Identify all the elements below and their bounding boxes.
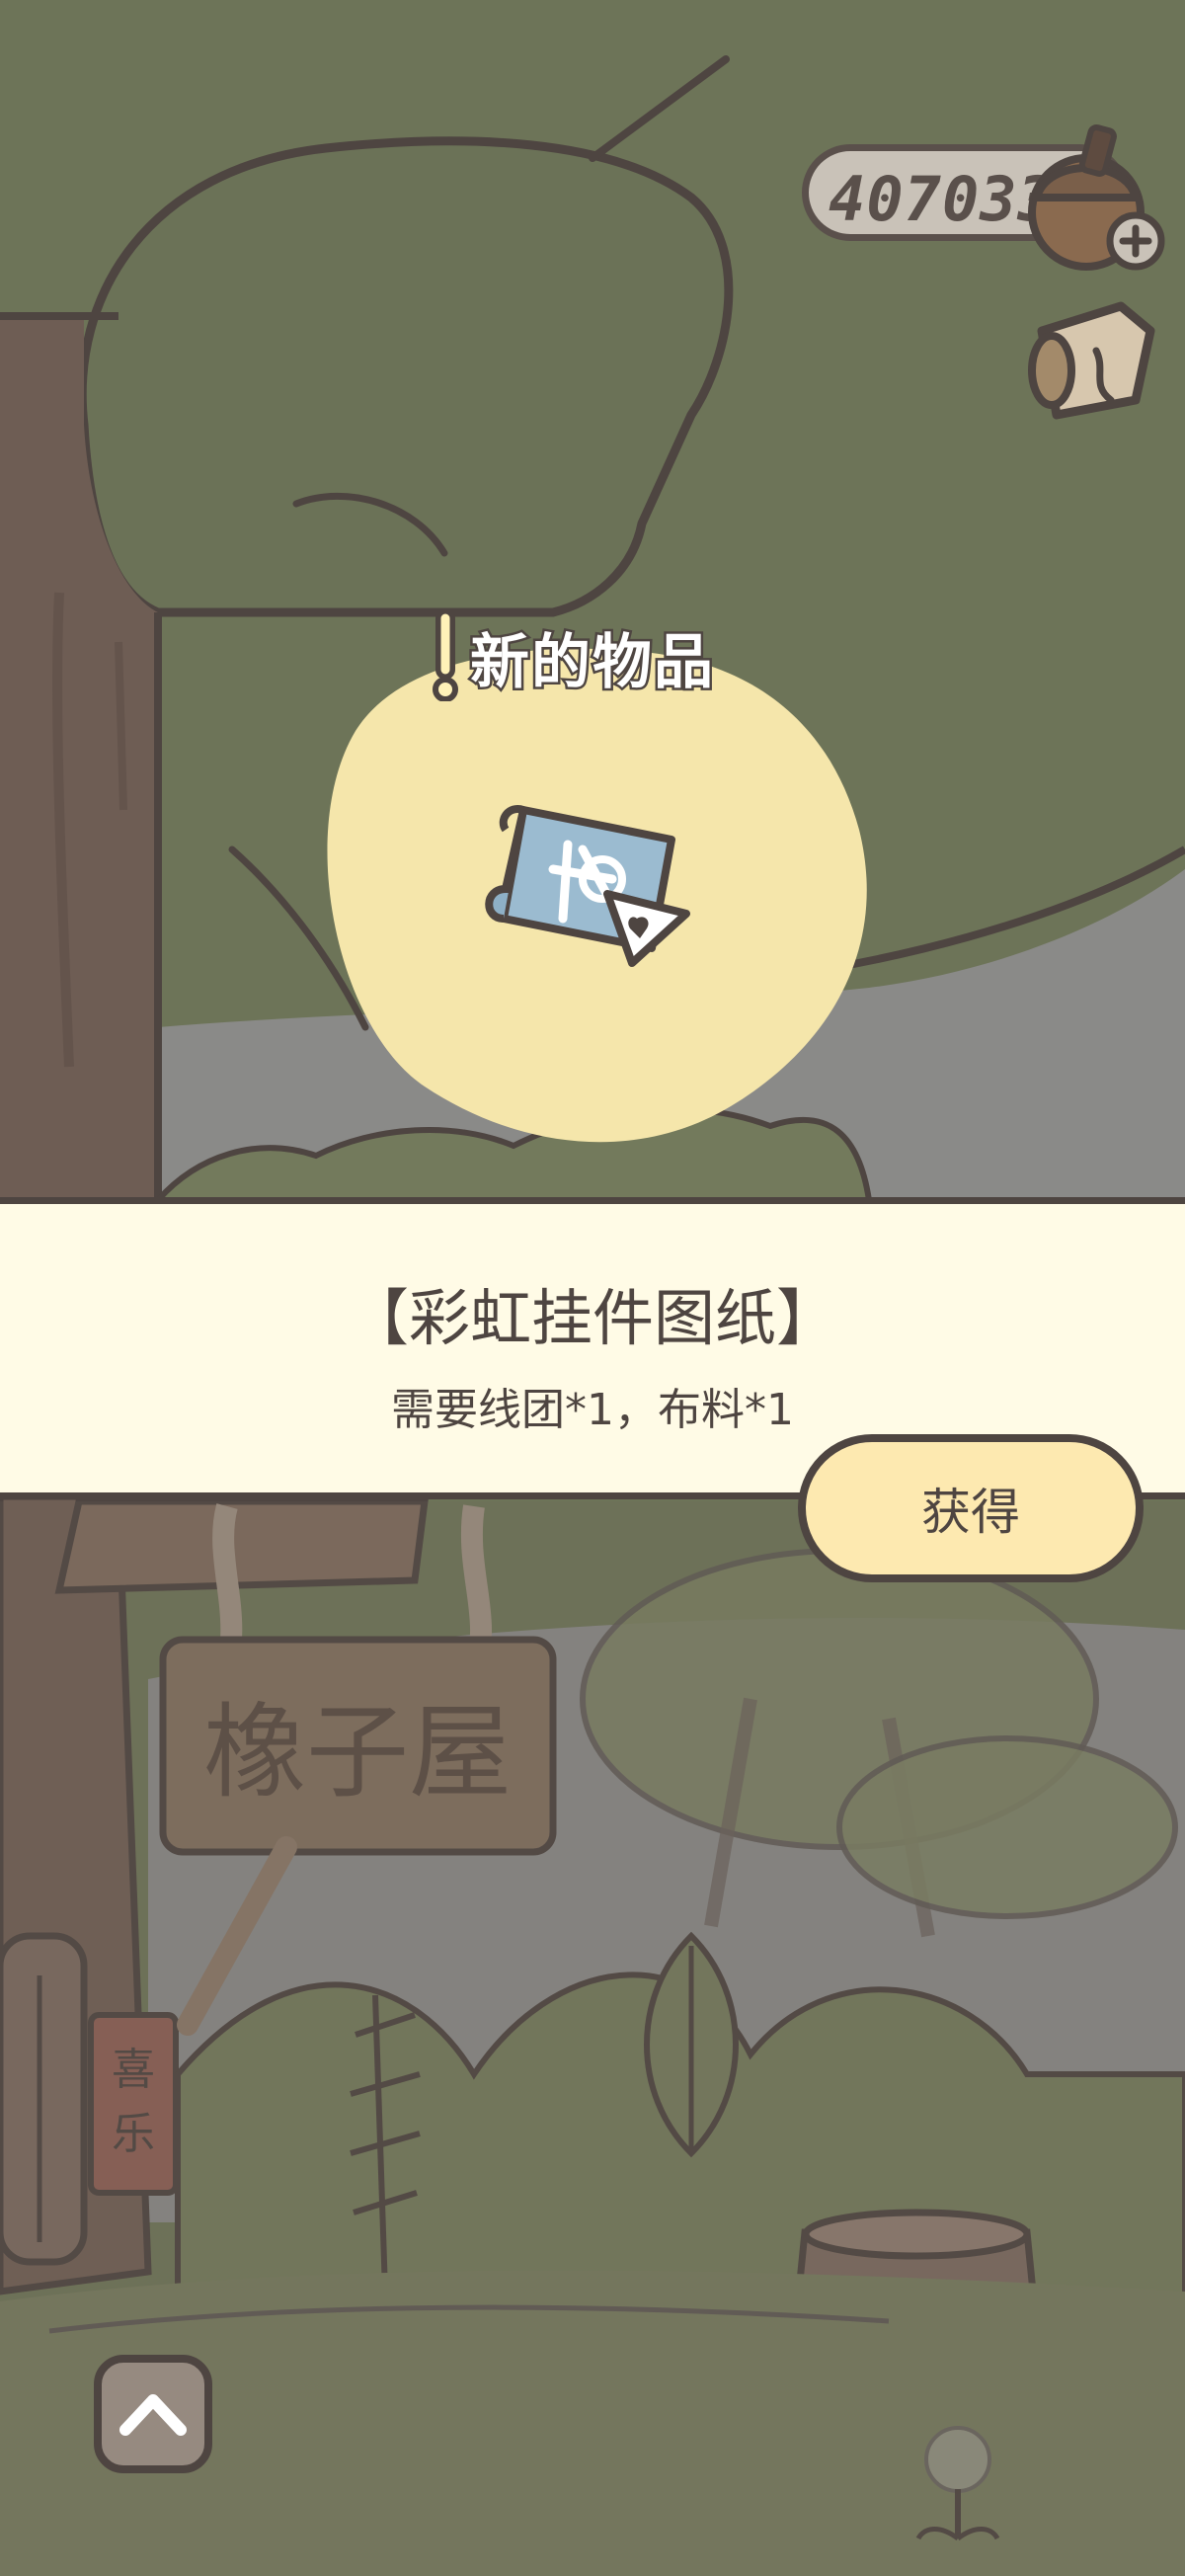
- chevron-up-icon: [119, 2394, 187, 2436]
- exclamation-icon: [433, 612, 458, 701]
- new-item-title: 新的物品: [468, 625, 716, 699]
- obtain-button[interactable]: 获得: [798, 1434, 1144, 1582]
- acorn-count: 407033: [829, 163, 1056, 235]
- game-screen: 喜 乐 橡子屋 407033 新的物品 【彩虹挂件图纸】 需要线团*1，布料*1…: [0, 0, 1185, 2576]
- acorn-plus-icon[interactable]: [1027, 119, 1175, 277]
- shop-sign-text: 橡子屋: [203, 1692, 512, 1812]
- item-requirements: 需要线团*1，布料*1: [391, 1385, 794, 1435]
- new-item-header: 新的物品: [425, 612, 716, 701]
- expand-button[interactable]: [94, 2355, 212, 2473]
- map-scroll-icon[interactable]: [1017, 291, 1165, 430]
- tag-char-2: 乐: [112, 2109, 155, 2159]
- item-name: 【彩虹挂件图纸】: [347, 1282, 837, 1354]
- tag-char-1: 喜: [112, 2045, 155, 2095]
- blueprint-scroll-icon: [485, 805, 690, 967]
